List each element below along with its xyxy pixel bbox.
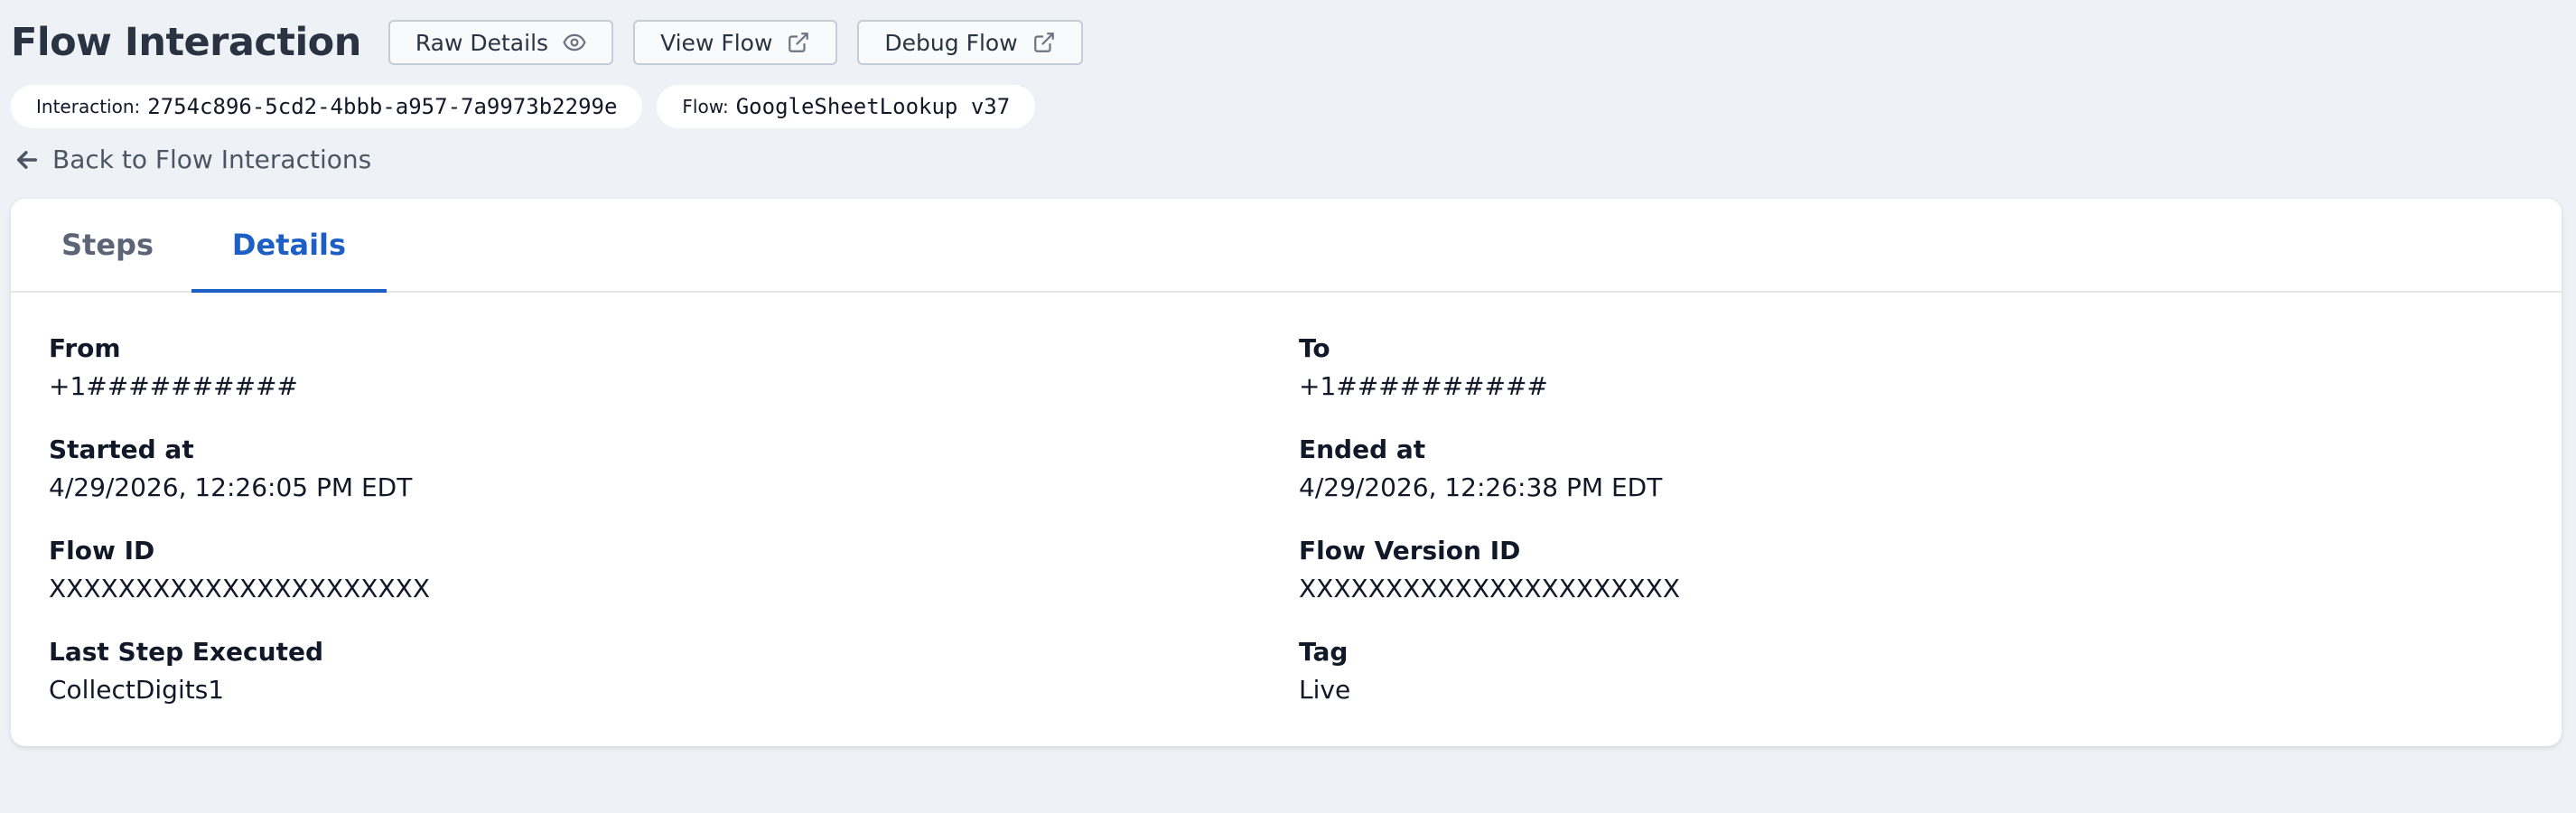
field-value: +1########## (49, 371, 298, 401)
interaction-pill-label: Interaction: (36, 96, 141, 117)
field-value: CollectDigits1 (49, 675, 225, 705)
view-flow-button[interactable]: View Flow (633, 20, 838, 65)
field-label: From (49, 333, 121, 363)
raw-details-label: Raw Details (415, 29, 549, 56)
field-to: To +1########## (1299, 332, 1548, 403)
field-last-step-executed: Last Step Executed CollectDigits1 (49, 636, 323, 706)
flow-name: GoogleSheetLookup v37 (735, 94, 1011, 119)
field-value: +1########## (1299, 371, 1548, 401)
flow-pill: Flow: GoogleSheetLookup v37 (657, 85, 1036, 128)
view-flow-label: View Flow (660, 29, 773, 56)
id-pills: Interaction: 2754c896-5cd2-4bbb-a957-7a9… (11, 85, 1036, 128)
page-header: Flow Interaction Raw Details View Flow D… (11, 20, 1083, 65)
tab-bar: Steps Details (11, 199, 2562, 293)
active-tab-indicator (191, 289, 387, 293)
field-label: Flow Version ID (1299, 536, 1521, 565)
tab-details[interactable]: Details (191, 199, 387, 291)
debug-flow-button[interactable]: Debug Flow (857, 20, 1083, 65)
field-flow-version-id: Flow Version ID XXXXXXXXXXXXXXXXXXXXXX (1299, 535, 1680, 605)
arrow-left-icon (16, 150, 38, 169)
interaction-pill: Interaction: 2754c896-5cd2-4bbb-a957-7a9… (11, 85, 643, 128)
flow-pill-label: Flow: (682, 96, 729, 117)
tab-steps[interactable]: Steps (61, 199, 154, 291)
field-value: Live (1299, 675, 1351, 705)
field-ended-at: Ended at 4/29/2026, 12:26:38 PM EDT (1299, 434, 1662, 504)
field-flow-id: Flow ID XXXXXXXXXXXXXXXXXXXXXX (49, 535, 430, 605)
field-value: 4/29/2026, 12:26:38 PM EDT (1299, 472, 1663, 502)
field-tag: Tag Live (1299, 636, 1350, 706)
field-label: Started at (49, 435, 194, 464)
field-from: From +1########## (49, 332, 298, 403)
field-value: XXXXXXXXXXXXXXXXXXXXXX (1299, 574, 1680, 603)
debug-flow-label: Debug Flow (884, 29, 1018, 56)
details-card: Steps Details From +1########## To +1###… (11, 199, 2562, 746)
field-label: Tag (1299, 637, 1349, 667)
field-value: XXXXXXXXXXXXXXXXXXXXXX (49, 574, 430, 603)
eye-icon (563, 33, 586, 51)
field-started-at: Started at 4/29/2026, 12:26:05 PM EDT (49, 434, 412, 504)
interaction-id: 2754c896-5cd2-4bbb-a957-7a9973b2299e (147, 94, 618, 119)
external-link-icon (1033, 33, 1054, 52)
field-label: Flow ID (49, 536, 155, 565)
field-label: To (1299, 333, 1330, 363)
raw-details-button[interactable]: Raw Details (387, 20, 614, 65)
field-label: Last Step Executed (49, 637, 323, 667)
back-link-label: Back to Flow Interactions (52, 145, 372, 174)
external-link-icon (789, 33, 809, 52)
page-title: Flow Interaction (11, 20, 361, 65)
field-label: Ended at (1299, 435, 1426, 464)
back-to-flow-interactions-link[interactable]: Back to Flow Interactions (14, 145, 371, 174)
field-value: 4/29/2026, 12:26:05 PM EDT (49, 472, 413, 502)
